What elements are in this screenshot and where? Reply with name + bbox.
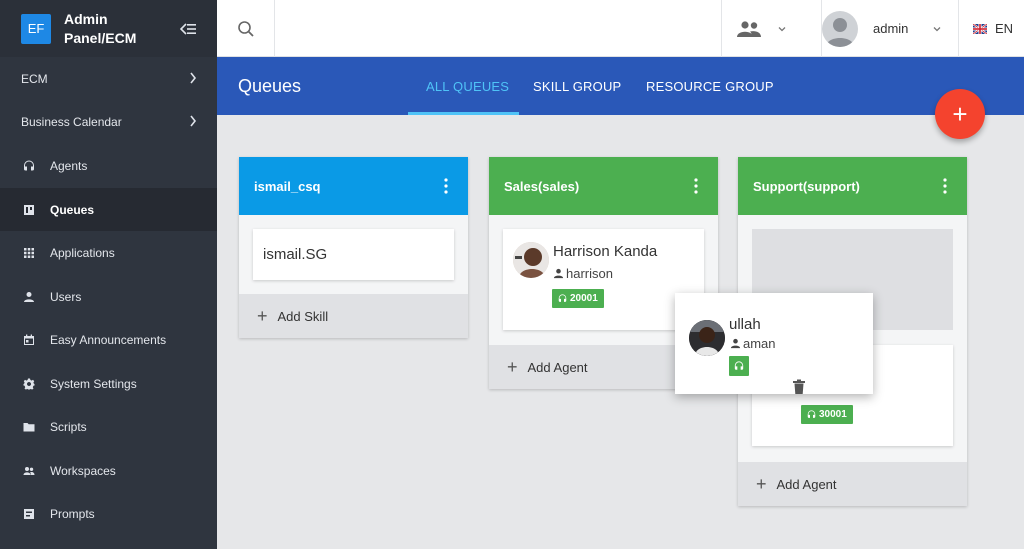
add-agent-button[interactable]: + Add Agent [738,462,967,506]
queue-column-header: ismail_csq [239,157,468,215]
queue-title: ismail_csq [254,178,321,194]
sidebar-item-label: Workspaces [50,463,116,478]
user-icon [730,338,741,349]
chevron-down-icon [778,26,786,31]
headset-icon [22,159,36,173]
sidebar: EF Admin Panel/ECM ECM Business Calendar… [0,0,217,549]
queues-header: Queues ALL QUEUES SKILL GROUP RESOURCE G… [217,57,1024,115]
tab-all-queues[interactable]: ALL QUEUES [426,79,509,94]
page-title: Queues [238,76,302,96]
user-icon [553,268,564,279]
more-options-icon[interactable] [444,178,448,194]
skill-name: ismail.SG [263,246,328,263]
queue-column-header: Support(support) [738,157,967,215]
agent-photo [689,320,725,356]
add-skill-label: Add Skill [277,308,329,324]
sidebar-item-label: Easy Announcements [50,332,167,347]
queue-column-ismail-csq: ismail_csq ismail.SG + Add Skill [239,157,468,338]
agent-username: aman [730,336,776,351]
more-options-icon[interactable] [694,178,698,194]
contacts-menu[interactable] [721,0,821,57]
uk-flag-icon [973,23,987,34]
sidebar-item-label: Queues [50,202,95,217]
tab-resource-group[interactable]: RESOURCE GROUP [646,79,774,94]
sidebar-item-label: Scripts [50,419,87,434]
brand-logo: EF [21,13,51,44]
dragging-agent-card[interactable]: ullah aman [675,293,873,394]
sidebar-item-applications[interactable]: Applications [0,231,217,274]
prompt-icon [22,507,36,521]
queue-title: Support(support) [753,178,860,194]
group-icon [737,20,761,37]
sidebar-item-label: Applications [50,245,115,260]
chevron-down-icon [933,26,941,31]
headset-icon [734,361,744,370]
calendar-icon [22,333,36,347]
sidebar-item-prompts[interactable]: Prompts [0,492,217,535]
add-skill-button[interactable]: + Add Skill [239,294,468,338]
tab-skill-group[interactable]: SKILL GROUP [533,79,621,94]
plus-icon: + [257,305,268,326]
tab-indicator [408,112,519,115]
user-avatar [822,10,858,47]
agent-username: harrison [553,266,613,281]
sidebar-item-ecm[interactable]: ECM [0,57,217,100]
extension-badge [729,356,749,376]
top-bar: admin EN [217,0,1024,57]
sidebar-item-business-calendar[interactable]: Business Calendar [0,100,217,143]
sidebar-item-label: Business Calendar [21,114,122,129]
skill-card[interactable]: ismail.SG [253,229,454,280]
queue-column-header: Sales(sales) [489,157,718,215]
trash-icon[interactable] [792,379,806,395]
user-icon [22,290,36,304]
extension-badge: 30001 [801,405,853,424]
user-name: admin [873,21,909,36]
sidebar-item-scripts[interactable]: Scripts [0,405,217,448]
group-icon [22,464,36,478]
agent-card[interactable]: Harrison Kanda harrison 20001 [503,229,704,330]
grid-icon [22,246,36,260]
folder-icon [22,420,36,434]
agent-name: ullah [729,316,761,333]
sidebar-item-easy-announcements[interactable]: Easy Announcements [0,318,217,361]
sidebar-item-label: System Settings [50,376,137,391]
user-menu[interactable]: admin [821,0,958,57]
sidebar-item-label: ECM [21,71,48,86]
language-selector[interactable]: EN [958,0,1024,57]
collapse-menu-icon[interactable] [180,22,196,36]
search-icon [237,20,254,37]
brand-title: Admin Panel/ECM [64,10,137,46]
plus-icon: + [756,473,767,494]
gear-icon [22,377,36,391]
sidebar-item-queues[interactable]: Queues [0,188,217,231]
sidebar-item-workspaces[interactable]: Workspaces [0,449,217,492]
add-agent-label: Add Agent [776,476,837,492]
sidebar-item-label: Agents [50,158,88,173]
sidebar-item-system-settings[interactable]: System Settings [0,362,217,405]
agent-photo [513,242,549,278]
sidebar-item-label: Prompts [50,506,95,521]
chevron-right-icon [190,72,197,84]
more-options-icon[interactable] [943,178,947,194]
plus-icon: + [507,356,518,377]
sidebar-item-users[interactable]: Users [0,275,217,318]
agent-name: Harrison Kanda [553,243,658,260]
search-button[interactable] [217,0,275,57]
headset-icon [807,410,816,418]
extension-badge: 20001 [552,289,604,308]
language-label: EN [995,21,1014,36]
chevron-right-icon [190,115,197,127]
add-agent-label: Add Agent [527,359,588,375]
add-queue-button[interactable]: + [935,89,985,139]
brand: EF Admin Panel/ECM [0,0,217,57]
queue-title: Sales(sales) [504,178,580,194]
sidebar-item-agents[interactable]: Agents [0,144,217,187]
headset-icon [558,294,567,302]
queue-icon [22,203,36,217]
sidebar-item-label: Users [50,289,82,304]
